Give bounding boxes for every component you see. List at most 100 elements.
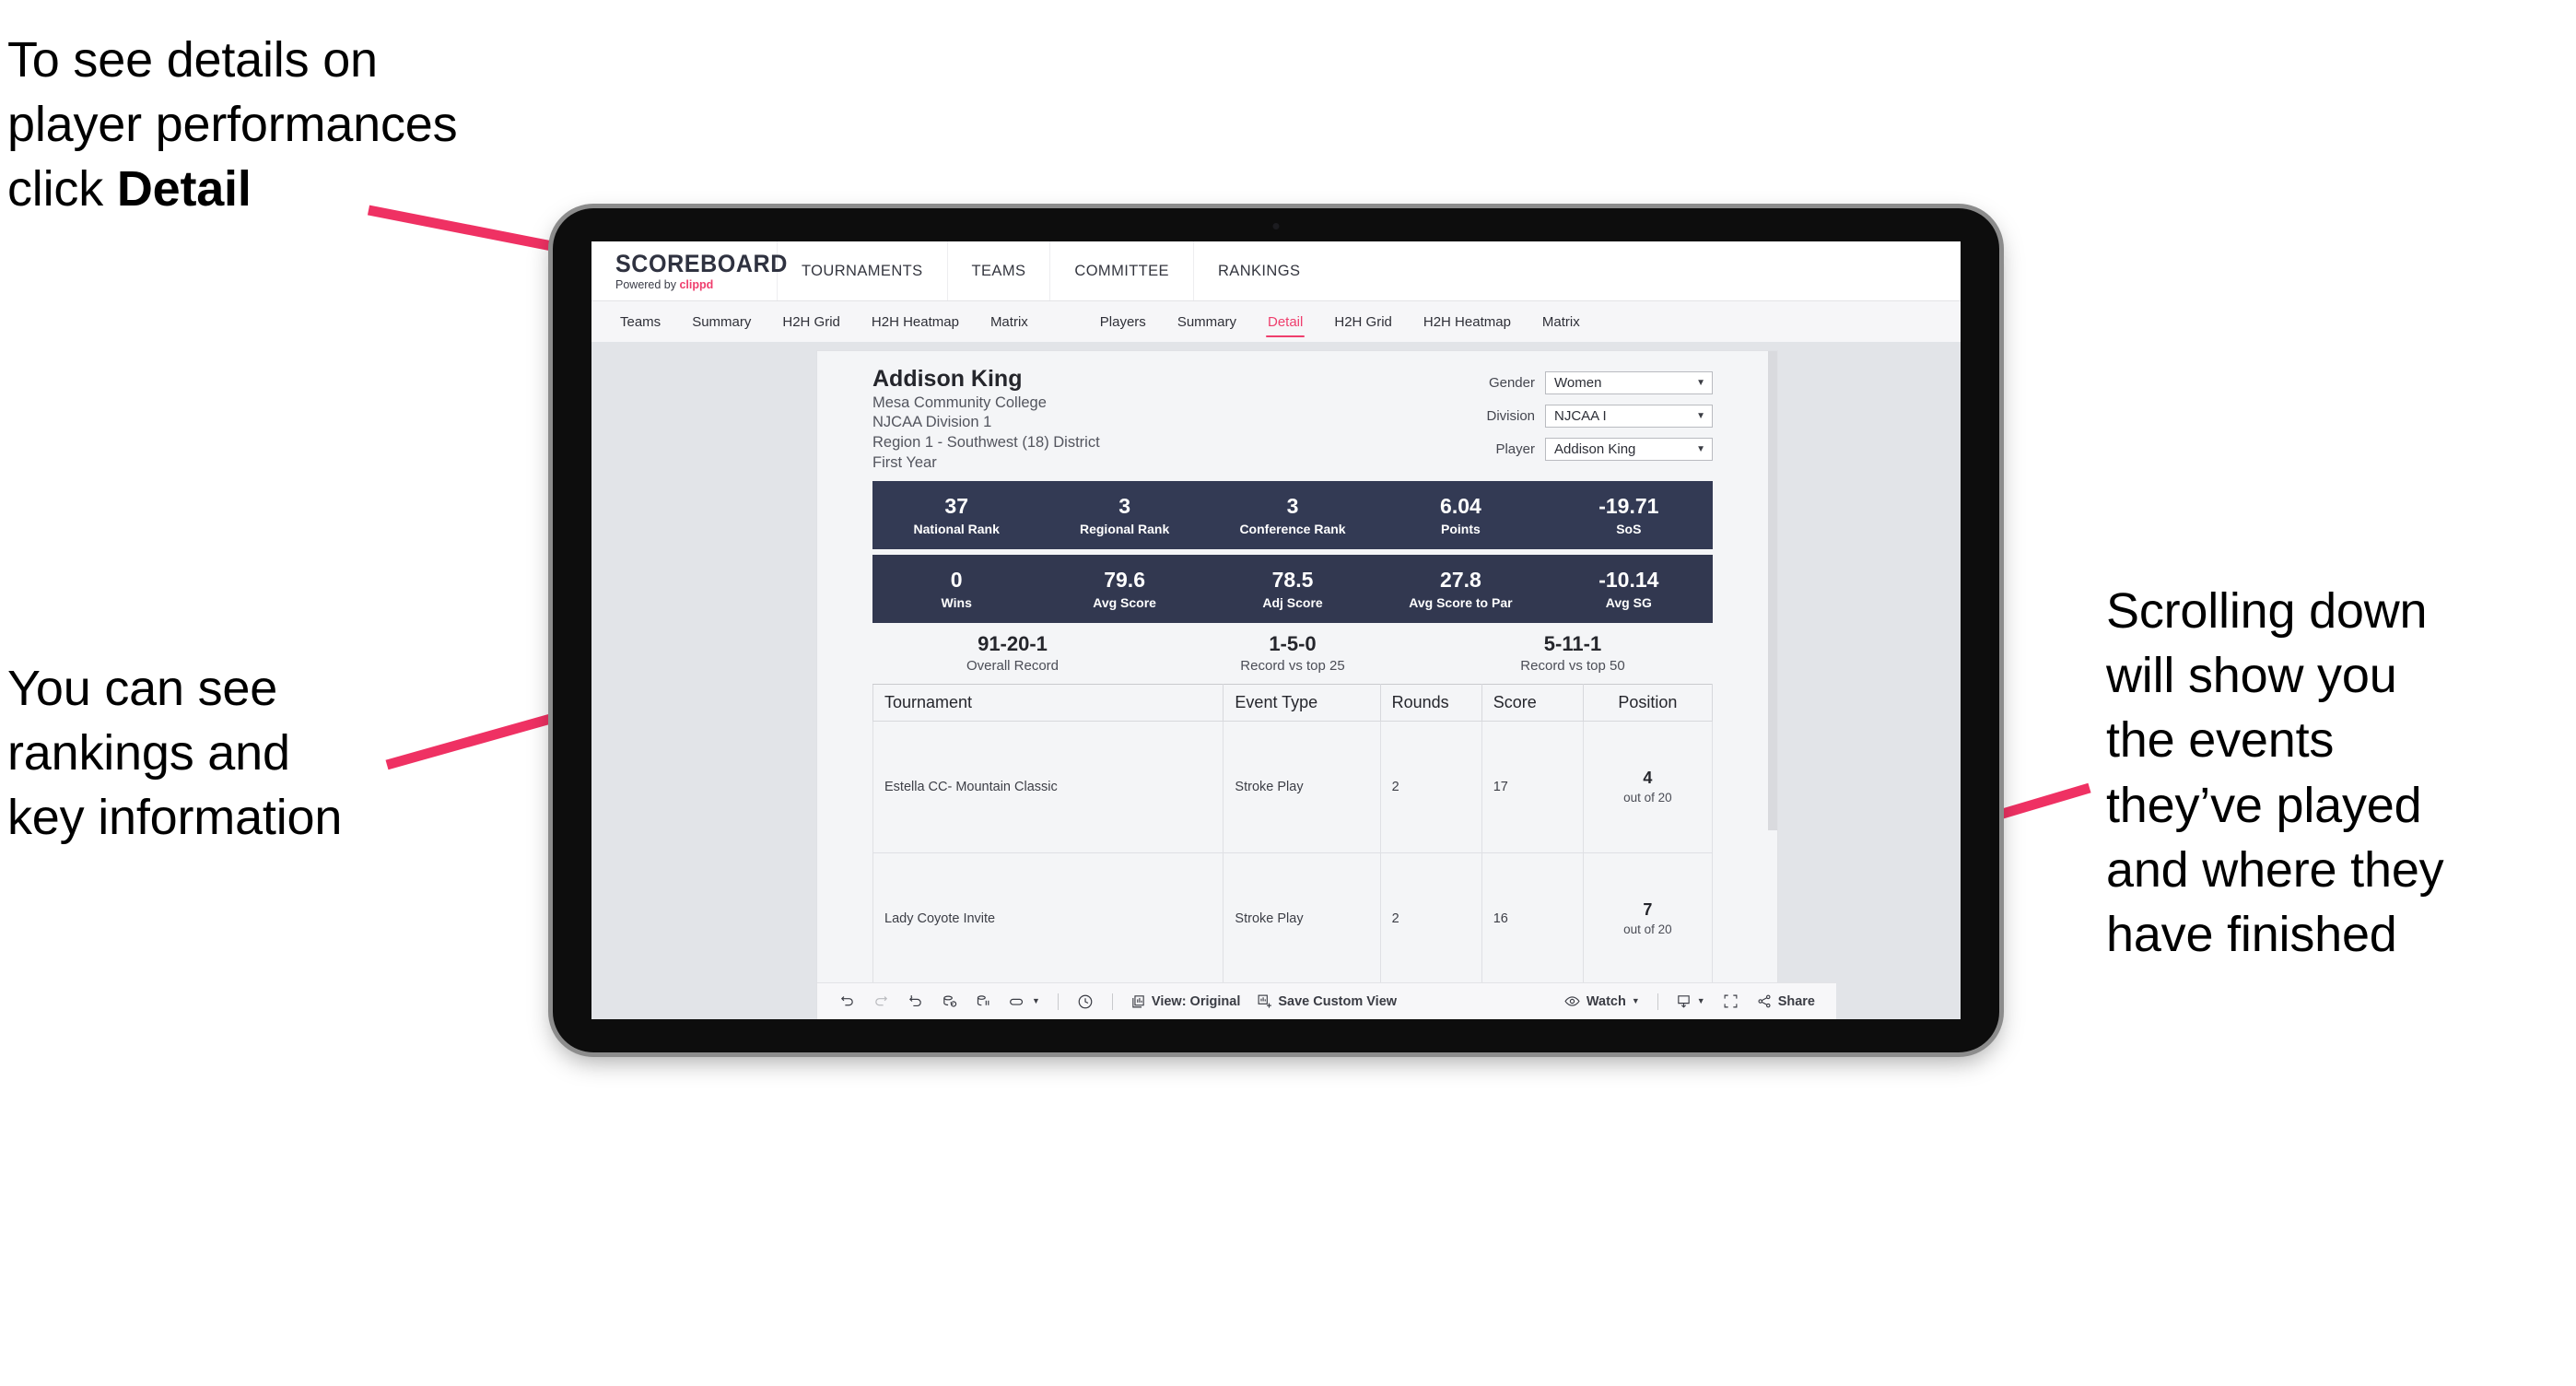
- record-vs-top-50: 5-11-1 Record vs top 50: [1433, 632, 1713, 674]
- undo-button[interactable]: [830, 988, 864, 1016]
- workbook-canvas: Addison King Mesa Community College NJCA…: [591, 342, 1961, 1019]
- brand-subtitle: Powered by clippd: [615, 279, 777, 291]
- tablet-device: SCOREBOARD Powered by clippd TOURNAMENTS…: [553, 208, 1999, 1052]
- position-out-of: out of 20: [1623, 922, 1672, 937]
- subnav-item-player-detail[interactable]: Detail: [1252, 301, 1318, 342]
- view-original-icon: [1132, 995, 1144, 1008]
- redo-button[interactable]: [864, 988, 898, 1016]
- bottom-toolbar: ▼ View: Original Save Custom View Watch …: [817, 982, 1836, 1019]
- filter-row-gender: Gender Women ▼: [1486, 371, 1713, 394]
- topnav-item-teams[interactable]: TEAMS: [948, 241, 1051, 300]
- stat-label: Avg SG: [1605, 594, 1652, 610]
- topnav-label: TOURNAMENTS: [802, 262, 923, 279]
- stat-label: National Rank: [913, 521, 1000, 536]
- subnav-item-team-summary[interactable]: Summary: [676, 301, 767, 342]
- stat-sos: -19.71 SoS: [1545, 494, 1713, 536]
- callout-rankings-line3: key information: [7, 790, 343, 846]
- stat-wins: 0 Wins: [872, 568, 1040, 610]
- watch-label: Watch: [1586, 993, 1626, 1009]
- stat-value: 6.04: [1440, 493, 1481, 518]
- share-button[interactable]: Share: [1748, 988, 1823, 1016]
- save-custom-view-label: Save Custom View: [1278, 993, 1398, 1009]
- chevron-down-icon: ▼: [1696, 410, 1705, 421]
- player-header: Addison King Mesa Community College NJCA…: [872, 358, 1713, 474]
- stat-points: 6.04 Points: [1376, 493, 1544, 536]
- cell-rounds: 2: [1379, 852, 1482, 986]
- player-select[interactable]: Addison King ▼: [1545, 438, 1713, 461]
- chevron-down-icon: ▼: [1032, 996, 1040, 1005]
- subnav-item-player-h2h-heatmap[interactable]: H2H Heatmap: [1408, 301, 1527, 342]
- subnav-item-players[interactable]: Players: [1084, 301, 1162, 342]
- column-header-score[interactable]: Score: [1481, 684, 1584, 722]
- callout-rankings: You can see rankings and key information: [7, 656, 440, 851]
- report-content: Addison King Mesa Community College NJCA…: [872, 358, 1714, 986]
- watch-button[interactable]: Watch ▼: [1555, 988, 1648, 1016]
- division-select[interactable]: NJCAA I ▼: [1545, 405, 1713, 428]
- chevron-down-icon: ▼: [1696, 996, 1705, 1005]
- download-button[interactable]: ▼: [1668, 988, 1714, 1016]
- gender-select-value: Women: [1554, 375, 1602, 391]
- stat-value: 79.6: [1104, 567, 1145, 592]
- view-original-button[interactable]: View: Original: [1122, 988, 1248, 1016]
- table-header-row: Tournament Event Type Rounds Score Posit…: [872, 684, 1714, 722]
- subnav-label: H2H Heatmap: [1423, 313, 1511, 330]
- subnav-label: Summary: [692, 313, 752, 330]
- brand-logo[interactable]: SCOREBOARD Powered by clippd: [591, 241, 787, 300]
- subnav-item-team-h2h-heatmap[interactable]: H2H Heatmap: [856, 301, 975, 342]
- filter-row-player: Player Addison King ▼: [1486, 438, 1713, 461]
- table-row[interactable]: Estella CC- Mountain Classic Stroke Play…: [872, 721, 1714, 854]
- tournament-results-table: Tournament Event Type Rounds Score Posit…: [872, 684, 1714, 986]
- column-header-tournament[interactable]: Tournament: [872, 684, 1224, 722]
- column-header-position[interactable]: Position: [1582, 684, 1714, 722]
- column-header-event-type[interactable]: Event Type: [1223, 684, 1381, 722]
- record-label: Overall Record: [966, 658, 1060, 675]
- subnav-item-player-matrix[interactable]: Matrix: [1527, 301, 1596, 342]
- subnav-item-team-h2h-grid[interactable]: H2H Grid: [767, 301, 856, 342]
- subnav-item-player-h2h-grid[interactable]: H2H Grid: [1318, 301, 1408, 342]
- topnav-label: RANKINGS: [1217, 262, 1301, 279]
- stat-conference-rank: 3 Conference Rank: [1209, 494, 1376, 536]
- subnav-item-teams[interactable]: Teams: [604, 301, 676, 342]
- cell-rounds: 2: [1379, 721, 1482, 854]
- save-custom-view-button[interactable]: Save Custom View: [1248, 988, 1405, 1016]
- topnav-item-tournaments[interactable]: TOURNAMENTS: [778, 241, 948, 300]
- stat-label: Conference Rank: [1239, 521, 1346, 536]
- scoreboard-app: SCOREBOARD Powered by clippd TOURNAMENTS…: [591, 241, 1961, 1019]
- callout-detail-line2: player performances: [7, 97, 458, 153]
- player-select-value: Addison King: [1554, 441, 1636, 457]
- cell-event-type: Stroke Play: [1223, 852, 1381, 986]
- revert-button[interactable]: [898, 988, 932, 1016]
- record-vs-top-25: 1-5-0 Record vs top 25: [1153, 632, 1433, 674]
- player-year: First Year: [872, 454, 937, 472]
- topnav-item-committee[interactable]: COMMITTEE: [1050, 241, 1194, 300]
- fullscreen-icon: [1724, 994, 1738, 1008]
- topnav-label: COMMITTEE: [1074, 262, 1169, 279]
- subnav-item-team-matrix[interactable]: Matrix: [975, 301, 1044, 342]
- brand-powered-accent: clippd: [679, 277, 714, 291]
- gender-select[interactable]: Women ▼: [1545, 371, 1713, 394]
- topnav-item-rankings[interactable]: RANKINGS: [1194, 241, 1324, 300]
- callout-detail-line3-prefix: click: [7, 161, 117, 217]
- fullscreen-button[interactable]: [1714, 988, 1748, 1016]
- subnav-group-teams: Teams Summary H2H Grid H2H Heatmap Matri…: [604, 301, 1044, 342]
- subnav-label: Summary: [1177, 313, 1236, 330]
- share-icon: [1758, 994, 1771, 1008]
- callout-detail-line3-bold: Detail: [116, 161, 252, 217]
- cell-score: 16: [1481, 852, 1584, 986]
- stat-value: 3: [1118, 493, 1130, 518]
- callout-scroll-line4: they’ve played: [2106, 777, 2422, 833]
- pause-refresh-icon: [977, 995, 989, 1006]
- column-header-rounds[interactable]: Rounds: [1379, 684, 1482, 722]
- tablet-camera: [1272, 223, 1280, 229]
- callout-detail-line1: To see details on: [7, 32, 378, 88]
- sheet-scrollbar[interactable]: [1768, 351, 1777, 830]
- stat-value: 37: [944, 493, 968, 518]
- history-button[interactable]: [1068, 988, 1103, 1016]
- position-value: 7: [1643, 900, 1653, 920]
- refresh-data-button[interactable]: [932, 988, 966, 1016]
- subnav-item-player-summary[interactable]: Summary: [1162, 301, 1252, 342]
- table-row[interactable]: Lady Coyote Invite Stroke Play 2 16 7 ou…: [872, 852, 1714, 986]
- pause-refresh-button[interactable]: [966, 988, 1001, 1016]
- pause-auto-update-button[interactable]: ▼: [1001, 988, 1048, 1016]
- undo-icon: [840, 996, 853, 1006]
